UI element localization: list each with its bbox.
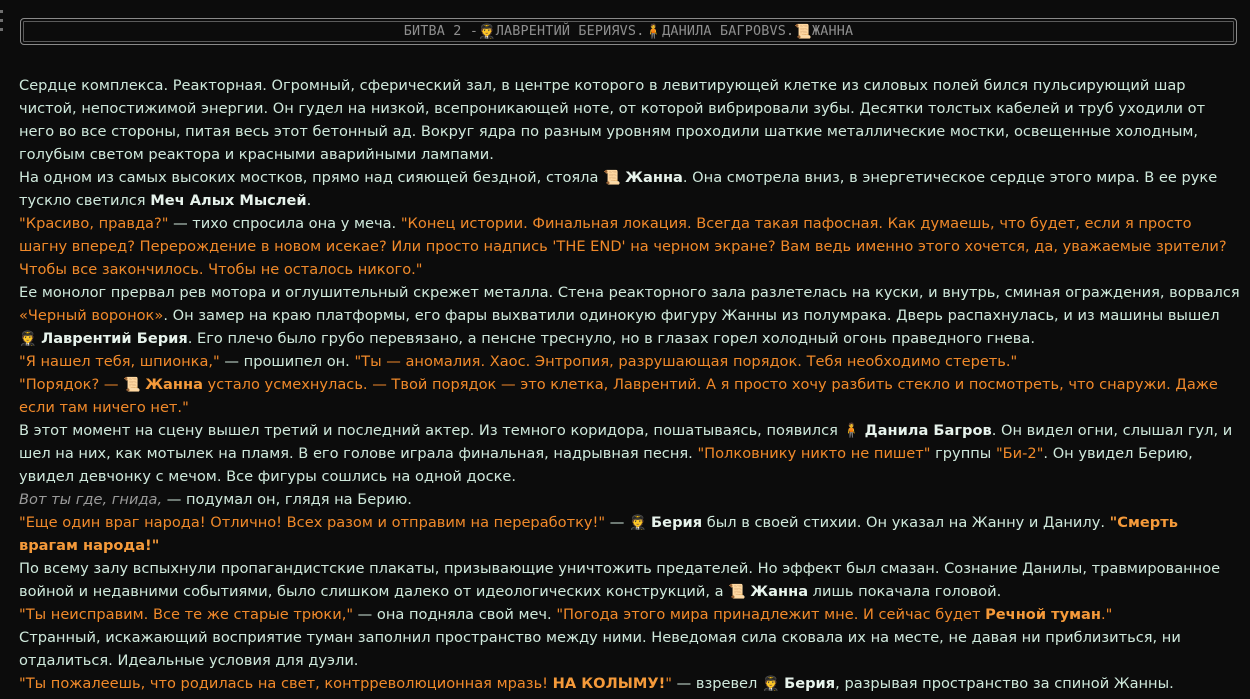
character-name: Лаврентий Берия (41, 330, 188, 347)
narration: — взревел (671, 675, 763, 692)
paragraph: Сердце комплекса. Реакторная. Огромный, … (19, 74, 1241, 166)
banner-fighter-2: ДАНИЛА БАГРОВ (662, 24, 770, 39)
song-title: "Полковнику никто не пишет" (697, 445, 931, 462)
dialogue: "Красиво, правда?" (19, 215, 169, 232)
dialogue: "Порядок? — (19, 376, 124, 393)
narration: . Он замер на краю платформы, его фары в… (163, 307, 1220, 324)
vehicle-name: «Черный воронок» (19, 307, 164, 324)
narration: , разрывая пространство за спиной Жанны. (835, 675, 1174, 692)
narration: Ее монолог прервал рев мотора и оглушите… (19, 284, 1240, 301)
paragraph: На одном из самых высоких мостков, прямо… (19, 166, 1241, 212)
narration: группы (930, 445, 996, 462)
narration: . (306, 192, 312, 209)
beria-icon: 🧑‍✈️ (478, 23, 496, 40)
character-name: Берия (784, 675, 836, 692)
narration: — прошипел он. (219, 353, 355, 370)
character-name: Жанна (145, 376, 203, 393)
beria-icon: 🧑‍✈️ (19, 331, 37, 347)
narration: — (605, 514, 629, 531)
scroll-icon: 📜 (123, 377, 141, 393)
narration: лишь покачала головой. (808, 583, 1002, 600)
character-name: Берия (651, 514, 703, 531)
narration: — подумал он, глядя на Берию. (162, 491, 412, 508)
character-name: Жанна (625, 169, 683, 186)
character-name: Данила Багров (864, 422, 992, 439)
story-text: Сердце комплекса. Реакторная. Огромный, … (19, 74, 1241, 695)
dialogue: "Ты — аномалия. Хаос. Энтропия, разрушаю… (354, 353, 1018, 370)
paragraph: По всему залу вспыхнули пропагандистские… (19, 557, 1241, 603)
narration: — тихо спросила она у меча. (168, 215, 401, 232)
narration: был в своей стихии. Он указал на Жанну и… (702, 514, 1110, 531)
scroll-icon: 📜 (603, 170, 621, 186)
paragraph: Вот ты где, гнида, — подумал он, глядя н… (19, 488, 1241, 511)
scroll-icon: 📜 (728, 584, 746, 600)
beria-icon: 🧑‍✈️ (628, 515, 647, 531)
banner-fighter-1: ЛАВРЕНТИЙ БЕРИЯ (495, 24, 620, 39)
item-name: Меч Алых Мыслей (150, 192, 307, 209)
paragraph: "Ты неисправим. Все те же старые трюки,"… (19, 603, 1241, 626)
banner-prefix: БИТВА 2 - (403, 24, 479, 39)
paragraph: Ее монолог прервал рев мотора и оглушите… (19, 281, 1241, 350)
narration: В этот момент на сцену вышел третий и по… (19, 422, 843, 439)
dialogue: "Ты пожалеешь, что родилась на свет, кон… (19, 675, 553, 692)
narration: . Его плечо было грубо перевязано, а пен… (187, 330, 1035, 347)
banner-vs-1: VS. (619, 24, 645, 39)
paragraph: В этот момент на сцену вышел третий и по… (19, 419, 1241, 488)
narration: Сердце комплекса. Реакторная. Огромный, … (19, 77, 1206, 163)
narration: Странный, искажающий восприятие туман за… (19, 629, 1181, 669)
paragraph: "Красиво, правда?" — тихо спросила она у… (19, 212, 1241, 281)
spell-name: Речной туман (985, 606, 1101, 623)
dialogue: "Ты неисправим. Все те же старые трюки," (19, 606, 354, 623)
character-name: Жанна (750, 583, 809, 600)
dialogue: " (665, 675, 672, 692)
banner-vs-2: VS. (769, 24, 795, 39)
dialogue: "Погода этого мира принадлежит мне. И се… (556, 606, 986, 623)
narration: — она подняла свой меч. (353, 606, 557, 623)
paragraph: Странный, искажающий восприятие туман за… (19, 626, 1241, 672)
thought: Вот ты где, гнида, (19, 491, 163, 508)
scrollbar-marks (0, 10, 4, 37)
paragraph: "Еще один враг народа! Отлично! Всех раз… (19, 511, 1241, 557)
dialogue: "Еще один враг народа! Отлично! Всех раз… (19, 514, 606, 531)
narration: По всему залу вспыхнули пропагандистские… (19, 560, 1221, 600)
battle-title-banner: БИТВА 2 - 🧑‍✈️ ЛАВРЕНТИЙ БЕРИЯ VS. 🧍 ДАН… (20, 18, 1237, 45)
beria-icon: 🧑‍✈️ (762, 676, 780, 692)
paragraph: "Порядок? — 📜 Жанна устало усмехнулась. … (19, 373, 1241, 419)
dialogue: "Я нашел тебя, шпионка," (19, 353, 220, 370)
danila-icon: 🧍 (842, 423, 860, 439)
band-name: "Би-2" (995, 445, 1044, 462)
banner-fighter-3: ЖАННА (811, 24, 854, 39)
dialogue: НА КОЛЫМУ! (552, 675, 666, 692)
dialogue: ." (1100, 606, 1113, 623)
narration: На одном из самых высоких мостков, прямо… (19, 169, 604, 186)
danila-icon: 🧍 (644, 23, 663, 40)
paragraph: "Ты пожалеешь, что родилась на свет, кон… (19, 672, 1241, 695)
paragraph: "Я нашел тебя, шпионка," — прошипел он. … (19, 350, 1241, 373)
scroll-icon: 📜 (794, 23, 812, 40)
